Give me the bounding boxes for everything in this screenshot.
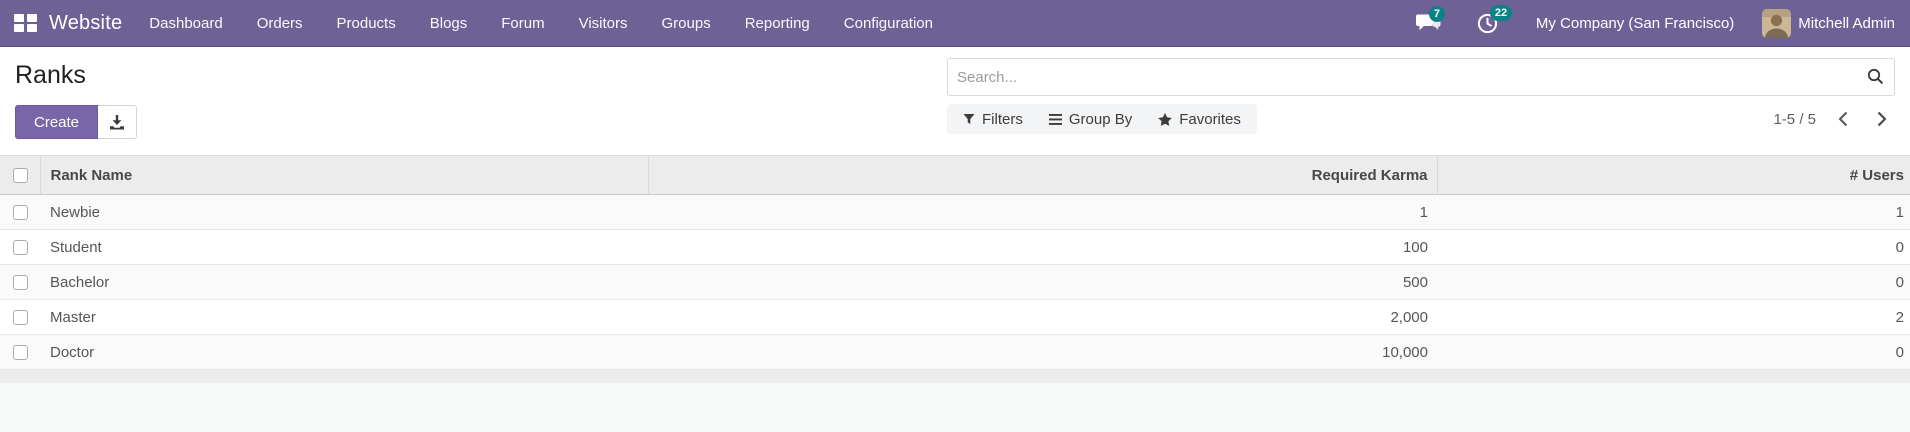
menu-item-dashboard[interactable]: Dashboard: [132, 0, 239, 47]
menu-item-visitors[interactable]: Visitors: [562, 0, 645, 47]
row-checkbox-cell[interactable]: [0, 334, 40, 370]
rank-name-cell[interactable]: Master: [40, 299, 648, 335]
page-title: Ranks: [15, 61, 86, 89]
navbar-right: 7 22 My Company (San Francisco) Mitchell…: [1402, 4, 1895, 38]
messages-button[interactable]: 7: [1415, 5, 1446, 33]
required-karma-cell[interactable]: 100: [648, 229, 1437, 265]
search-input[interactable]: [947, 58, 1895, 96]
row-checkbox-cell[interactable]: [0, 264, 40, 300]
users-cell[interactable]: 0: [1437, 264, 1910, 300]
menu-item-products[interactable]: Products: [320, 0, 413, 47]
group-by-icon: [1048, 113, 1062, 125]
required-karma-cell[interactable]: 2,000: [648, 299, 1437, 335]
search-box: [947, 58, 1895, 96]
filters-button[interactable]: Filters: [950, 104, 1036, 134]
select-all-checkbox-cell[interactable]: [0, 155, 40, 195]
export-button[interactable]: [98, 105, 138, 139]
table-header-row: Rank Name Required Karma # Users: [0, 155, 1910, 195]
menu-item-blogs[interactable]: Blogs: [413, 0, 485, 47]
rank-name-cell[interactable]: Doctor: [40, 334, 648, 370]
table-row[interactable]: Master 2,000 2: [0, 299, 1910, 335]
filter-funnel-icon: [963, 113, 975, 125]
pager: 1-5 / 5: [1773, 108, 1895, 130]
menu-item-forum[interactable]: Forum: [484, 0, 561, 47]
users-cell[interactable]: 0: [1437, 334, 1910, 370]
favorites-button[interactable]: Favorites: [1145, 104, 1254, 134]
rank-name-cell[interactable]: Newbie: [40, 194, 648, 230]
checkbox[interactable]: [13, 240, 28, 256]
table-footer-band: [0, 370, 1910, 383]
filters-label: Filters: [982, 110, 1023, 128]
download-icon: [109, 114, 125, 130]
checkbox[interactable]: [13, 275, 28, 291]
control-panel: Ranks Create Search... Filters Group By …: [0, 47, 1910, 139]
column-header-required-karma[interactable]: Required Karma: [647, 155, 1437, 195]
group-by-label: Group By: [1068, 110, 1133, 128]
row-checkbox-cell[interactable]: [0, 229, 40, 265]
search-options-row: Filters Group By Favorites 1-5 / 5: [947, 104, 1895, 134]
chevron-left-icon[interactable]: [1836, 108, 1849, 130]
table-row[interactable]: Bachelor 500 0: [0, 264, 1910, 300]
control-panel-left: Ranks Create: [15, 58, 138, 139]
action-buttons: Create: [15, 105, 138, 139]
ranks-table: Rank Name Required Karma # Users Newbie …: [0, 155, 1910, 370]
star-icon: [1158, 112, 1173, 126]
avatar: [1762, 8, 1792, 38]
column-header-rank-name[interactable]: Rank Name: [39, 155, 648, 195]
users-cell[interactable]: 2: [1437, 299, 1910, 335]
checkbox[interactable]: [13, 310, 28, 326]
required-karma-cell[interactable]: 10,000: [648, 334, 1437, 370]
column-header-users[interactable]: # Users: [1436, 155, 1910, 195]
content-background: [0, 383, 1910, 432]
app-name[interactable]: Website: [49, 12, 122, 35]
pager-nav: [1836, 108, 1889, 130]
favorites-label: Favorites: [1179, 110, 1241, 128]
pager-range: 1-5 / 5: [1773, 110, 1816, 128]
required-karma-cell[interactable]: 500: [648, 264, 1437, 300]
users-cell[interactable]: 0: [1437, 229, 1910, 265]
menu-item-configuration[interactable]: Configuration: [827, 0, 950, 47]
user-name: Mitchell Admin: [1798, 14, 1895, 32]
chevron-right-icon[interactable]: [1876, 108, 1889, 130]
table-row[interactable]: Doctor 10,000 0: [0, 334, 1910, 370]
users-cell[interactable]: 1: [1437, 194, 1910, 230]
search-icon[interactable]: [1867, 68, 1884, 85]
menu-item-reporting[interactable]: Reporting: [728, 0, 827, 47]
create-button[interactable]: Create: [15, 105, 99, 139]
apps-grid-icon[interactable]: [14, 13, 37, 33]
main-menu: Dashboard Orders Products Blogs Forum Vi…: [132, 0, 950, 47]
group-by-button[interactable]: Group By: [1036, 104, 1145, 134]
rank-name-cell[interactable]: Student: [40, 229, 648, 265]
menu-item-orders[interactable]: Orders: [240, 0, 320, 47]
company-switcher[interactable]: My Company (San Francisco): [1536, 15, 1734, 32]
checkbox[interactable]: [13, 345, 28, 361]
row-checkbox-cell[interactable]: [0, 299, 40, 335]
activities-button[interactable]: 22: [1477, 4, 1513, 34]
activities-badge: 22: [1489, 4, 1513, 21]
rank-name-cell[interactable]: Bachelor: [40, 264, 648, 300]
checkbox[interactable]: [13, 168, 28, 184]
messages-badge: 7: [1428, 5, 1446, 22]
user-menu[interactable]: Mitchell Admin: [1762, 8, 1895, 38]
top-navbar: Website Dashboard Orders Products Blogs …: [0, 0, 1910, 47]
filter-group: Filters Group By Favorites: [947, 104, 1257, 134]
table-row[interactable]: Student 100 0: [0, 229, 1910, 265]
checkbox[interactable]: [13, 205, 28, 221]
required-karma-cell[interactable]: 1: [648, 194, 1437, 230]
control-panel-right: Filters Group By Favorites: [947, 58, 1895, 139]
row-checkbox-cell[interactable]: [0, 194, 40, 230]
menu-item-groups[interactable]: Groups: [645, 0, 728, 47]
table-row[interactable]: Newbie 1 1: [0, 194, 1910, 230]
